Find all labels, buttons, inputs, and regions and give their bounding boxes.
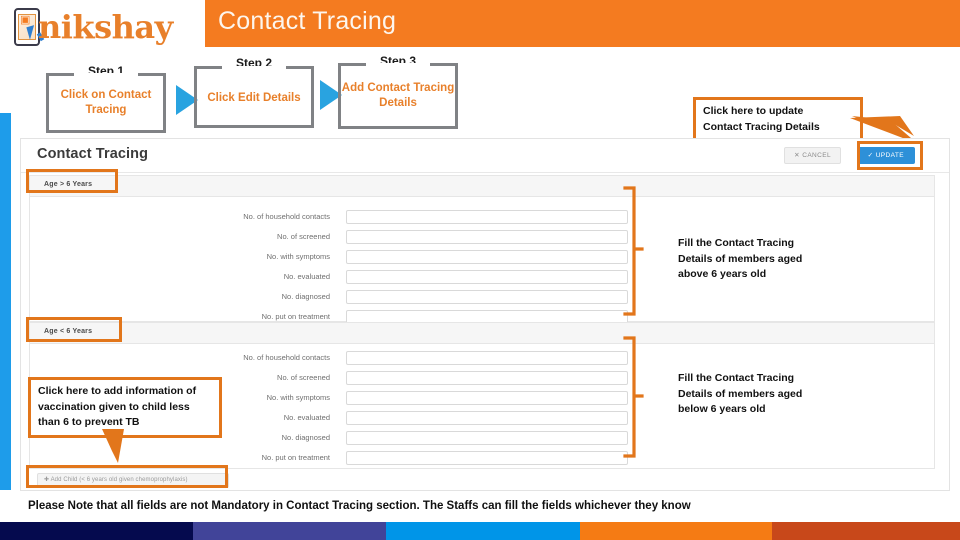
cancel-button[interactable]: ✕ CANCEL: [784, 147, 841, 164]
field-label-diagnosed-above: No. diagnosed: [281, 292, 330, 301]
footer-bar-1: [0, 522, 193, 540]
footer-bar-5: [772, 522, 960, 540]
footer-bar-2: [193, 522, 386, 540]
phone-glyph-icon: ▣: [20, 14, 31, 26]
footer-note: Please Note that all fields are not Mand…: [28, 500, 691, 512]
step-2-notch: [222, 66, 286, 71]
field-row: No. diagnosed: [30, 290, 934, 309]
section-age-below-6-header: Age < 6 Years: [30, 323, 934, 344]
tab-age-below-6-highlight: [26, 317, 122, 342]
field-label-evaluated-above: No. evaluated: [283, 272, 330, 281]
logo-wordmark: nikshay: [38, 8, 173, 46]
field-input-diagnosed-above[interactable]: [346, 290, 628, 304]
section-age-above-6-header: Age > 6 Years: [30, 176, 934, 197]
step-1-notch: [74, 73, 138, 78]
field-label-screened-above: No. of screened: [277, 232, 330, 241]
note-above-6: Fill the Contact Tracing Details of memb…: [678, 237, 803, 280]
step-3-box: Add Contact Tracing Details: [338, 63, 458, 129]
step-3-notch: [366, 63, 430, 68]
field-input-screened-below[interactable]: [346, 371, 628, 385]
vaccination-callout-text: Click here to add information of vaccina…: [38, 385, 197, 428]
update-callout: Click here to update Contact Tracing Det…: [693, 97, 863, 142]
note-below-6: Fill the Contact Tracing Details of memb…: [678, 372, 803, 415]
step-3-label: Add Contact Tracing Details: [341, 82, 455, 109]
cancel-icon: ✕: [794, 152, 800, 159]
brace-above-6-icon: [622, 186, 644, 316]
field-label-household-contacts-above: No. of household contacts: [243, 212, 330, 221]
app-heading: Contact Tracing: [37, 146, 149, 162]
field-label-household-contacts-below: No. of household contacts: [243, 353, 330, 362]
field-input-symptoms-below[interactable]: [346, 391, 628, 405]
field-input-evaluated-above[interactable]: [346, 270, 628, 284]
field-input-household-contacts-below[interactable]: [346, 351, 628, 365]
footer-bar-3: [386, 522, 580, 540]
field-row: No. of household contacts: [30, 210, 934, 229]
app-screenshot-panel: Contact Tracing ✕ CANCEL ✓ UPDATE Age > …: [20, 138, 950, 491]
footer-bar-4: [580, 522, 772, 540]
update-callout-text: Click here to update Contact Tracing Det…: [703, 105, 820, 133]
left-accent-rail: [0, 113, 11, 490]
vaccination-callout-arrow-icon: [102, 429, 124, 463]
step-2-label: Click Edit Details: [207, 92, 301, 104]
nikshay-logo: ▣ nikshay: [14, 6, 199, 48]
field-input-treatment-below[interactable]: [346, 451, 628, 465]
field-label-symptoms-above: No. with symptoms: [266, 252, 330, 261]
slide-root: Contact Tracing ▣ nikshay Step 1 Click o…: [0, 0, 960, 540]
step-1-box: Click on Contact Tracing: [46, 73, 166, 133]
step-1-label: Click on Contact Tracing: [60, 89, 152, 116]
page-title: Contact Tracing: [218, 7, 397, 35]
field-label-treatment-below: No. put on treatment: [261, 453, 330, 462]
brace-below-6-icon: [622, 336, 644, 458]
field-row: No. of household contacts: [30, 351, 934, 370]
field-input-screened-above[interactable]: [346, 230, 628, 244]
field-input-evaluated-below[interactable]: [346, 411, 628, 425]
tab-age-above-6-highlight: [26, 169, 118, 193]
field-input-symptoms-above[interactable]: [346, 250, 628, 264]
step-2-box: Click Edit Details: [194, 66, 314, 128]
cancel-button-label: CANCEL: [802, 152, 831, 159]
update-button-highlight: [857, 141, 923, 170]
field-input-household-contacts-above[interactable]: [346, 210, 628, 224]
field-input-diagnosed-below[interactable]: [346, 431, 628, 445]
